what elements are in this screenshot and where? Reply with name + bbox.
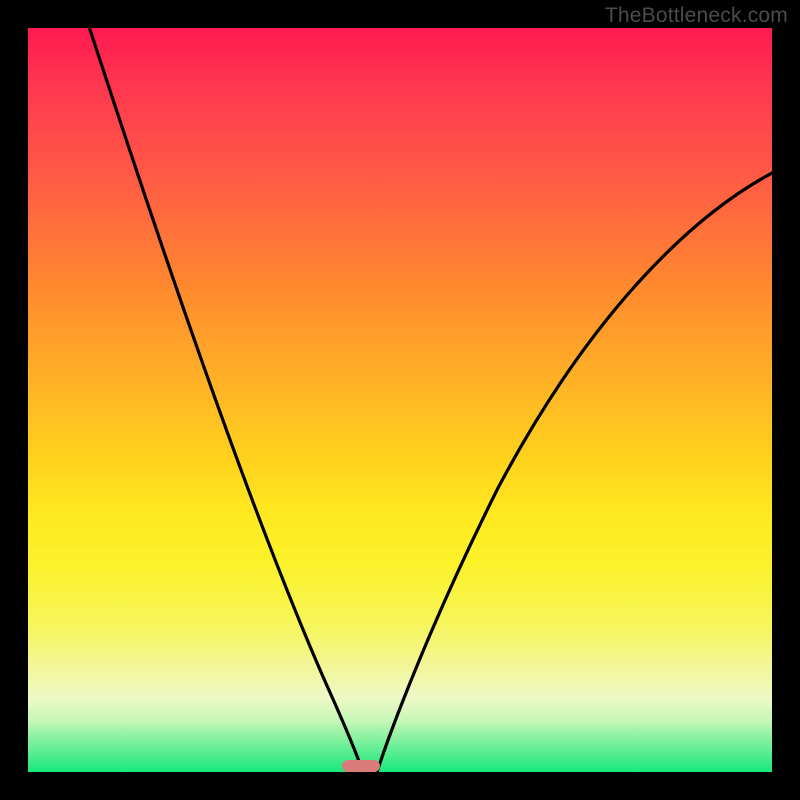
watermark-text: TheBottleneck.com (605, 4, 788, 28)
chart-frame: TheBottleneck.com (0, 0, 800, 800)
optimal-range-marker (342, 760, 380, 772)
plot-area (28, 28, 772, 772)
curve-left-branch (83, 28, 363, 772)
curve-right-branch (377, 173, 772, 772)
bottleneck-curve (28, 28, 772, 772)
